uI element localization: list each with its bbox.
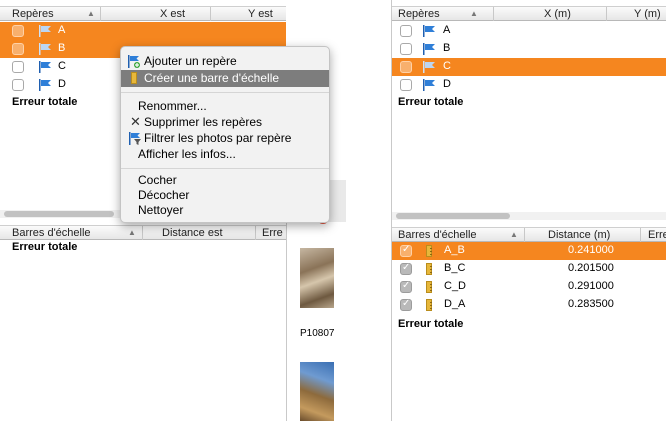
scalebar-label: B_C: [444, 262, 466, 274]
sort-arrow-icon[interactable]: ▲: [128, 228, 136, 237]
column-header-scalebars[interactable]: Barres d'échelle: [12, 227, 91, 239]
menu-item-create-scalebar[interactable]: Créer une barre d'échelle: [121, 70, 329, 87]
scalebar-row-d-a[interactable]: D_A 0.283500: [392, 296, 666, 314]
scalebar-checkbox[interactable]: [400, 280, 412, 293]
marker-label: D: [58, 78, 66, 90]
marker-label: B: [443, 42, 451, 54]
scalebars-total-error-label: Erreur totale: [398, 318, 464, 330]
scalebar-label: D_A: [444, 298, 466, 310]
scalebars-table-header: Barres d'échelle ▲ Distance est Erre: [0, 225, 286, 240]
scrollbar-thumb[interactable]: [396, 213, 510, 219]
scalebar-label: A_B: [444, 244, 465, 256]
scalebar-distance: 0.241000: [568, 244, 614, 256]
marker-label: B: [58, 42, 66, 54]
menu-item-clean[interactable]: Nettoyer: [121, 202, 329, 219]
photo-thumbnail-label: P10807: [300, 328, 335, 339]
scalebar-distance: 0.283500: [568, 298, 614, 310]
photo-thumbnail[interactable]: [300, 362, 334, 421]
menu-item-delete-markers[interactable]: ✕ Supprimer les repères: [121, 114, 329, 131]
menu-item-add-marker[interactable]: Ajouter un repère: [121, 53, 329, 70]
column-header-y[interactable]: Y est: [248, 8, 273, 20]
flag-icon: [423, 61, 435, 73]
scalebar-label: C_D: [444, 280, 467, 292]
ruler-icon: [426, 299, 432, 311]
column-header-error[interactable]: Erre: [262, 227, 283, 239]
ruler-icon: [426, 281, 432, 293]
marker-checkbox[interactable]: [12, 61, 24, 73]
marker-row-b[interactable]: B: [392, 40, 666, 58]
context-menu: Ajouter un repère Créer une barre d'éche…: [120, 46, 330, 223]
scalebar-distance: 0.291000: [568, 280, 614, 292]
photo-thumbnail[interactable]: [300, 248, 334, 308]
flag-icon: [39, 79, 51, 91]
column-header-scalebars[interactable]: Barres d'échelle: [398, 229, 477, 241]
column-header-x[interactable]: X est: [160, 8, 185, 20]
ruler-icon: [131, 72, 137, 84]
flag-icon: [423, 79, 435, 91]
marker-checkbox[interactable]: [12, 79, 24, 91]
marker-label: A: [443, 24, 451, 36]
marker-row-a[interactable]: A: [0, 22, 286, 40]
total-error-label: Erreur totale: [398, 96, 464, 108]
column-header-error[interactable]: Erre: [648, 229, 666, 241]
right-scalebars-panel: Barres d'échelle ▲ Distance (m) Erre A_B…: [392, 222, 666, 421]
scalebar-checkbox[interactable]: [400, 262, 412, 275]
marker-row-c[interactable]: C: [392, 58, 666, 76]
scalebar-distance: 0.201500: [568, 262, 614, 274]
x-icon: ✕: [130, 114, 141, 129]
marker-label: C: [58, 60, 66, 72]
right-markers-panel: Repères ▲ X (m) Y (m) A B C D Erreur tot…: [392, 0, 666, 222]
left-scalebars-panel: Barres d'échelle ▲ Distance est Erre Err…: [0, 222, 286, 421]
menu-item-show-info[interactable]: Afficher les infos...: [121, 146, 329, 163]
sort-arrow-icon[interactable]: ▲: [470, 9, 478, 18]
filter-flag-icon: [129, 132, 141, 145]
markers-table-header: Repères ▲ X est Y est: [0, 6, 286, 21]
flag-icon: [39, 43, 51, 55]
marker-checkbox[interactable]: [12, 43, 24, 55]
marker-checkbox[interactable]: [400, 43, 412, 55]
column-header-distance[interactable]: Distance est: [162, 227, 223, 239]
ruler-icon: [426, 263, 432, 275]
scalebars-table-header: Barres d'échelle ▲ Distance (m) Erre: [392, 227, 666, 242]
scalebars-total-error-label: Erreur totale: [12, 241, 78, 253]
scalebar-row-c-d[interactable]: C_D 0.291000: [392, 278, 666, 296]
horizontal-scrollbar[interactable]: [392, 212, 666, 220]
marker-checkbox[interactable]: [400, 79, 412, 91]
flag-icon: [423, 43, 435, 55]
menu-item-rename[interactable]: Renommer...: [121, 98, 329, 115]
marker-label: D: [443, 78, 451, 90]
scrollbar-thumb[interactable]: [4, 211, 114, 217]
photos-panel: P10807: [286, 222, 346, 421]
column-header-markers[interactable]: Repères: [398, 8, 440, 20]
scalebar-row-b-c[interactable]: B_C 0.201500: [392, 260, 666, 278]
column-header-distance[interactable]: Distance (m): [548, 229, 610, 241]
total-error-label: Erreur totale: [12, 96, 78, 108]
markers-table-header: Repères ▲ X (m) Y (m): [392, 6, 666, 21]
sort-arrow-icon[interactable]: ▲: [510, 230, 518, 239]
column-header-y[interactable]: Y (m): [634, 8, 661, 20]
flag-icon: [39, 61, 51, 73]
sort-arrow-icon[interactable]: ▲: [87, 9, 95, 18]
marker-checkbox[interactable]: [400, 61, 412, 73]
marker-checkbox[interactable]: [400, 25, 412, 37]
scalebar-checkbox[interactable]: [400, 298, 412, 311]
flag-add-icon: [128, 55, 140, 68]
marker-row-d[interactable]: D: [392, 76, 666, 94]
marker-checkbox[interactable]: [12, 25, 24, 37]
marker-label: C: [443, 60, 451, 72]
flag-icon: [39, 25, 51, 37]
column-header-x[interactable]: X (m): [544, 8, 571, 20]
marker-label: A: [58, 24, 66, 36]
ruler-icon: [426, 245, 432, 257]
scalebar-row-a-b[interactable]: A_B 0.241000: [392, 242, 666, 260]
flag-icon: [423, 25, 435, 37]
column-header-markers[interactable]: Repères: [12, 8, 54, 20]
marker-row-a[interactable]: A: [392, 22, 666, 40]
menu-item-filter-photos[interactable]: Filtrer les photos par repère: [121, 130, 329, 147]
scalebar-checkbox[interactable]: [400, 244, 412, 257]
